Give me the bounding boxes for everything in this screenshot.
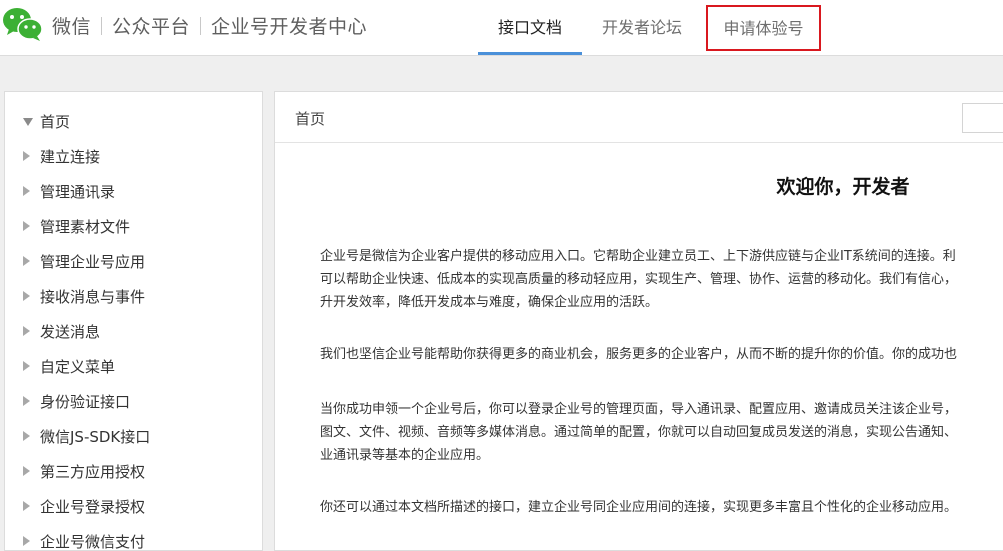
sidebar-item-label: 企业号微信支付 bbox=[40, 533, 146, 551]
sidebar-item-connect[interactable]: 建立连接 bbox=[5, 140, 262, 175]
sidebar-item-label: 自定义菜单 bbox=[40, 358, 116, 376]
brand-dev-center: 企业号开发者中心 bbox=[211, 16, 368, 38]
sidebar-nav: 首页 建立连接 管理通讯录 管理素材文件 管理企业号应用 接收消息与事件 发送消… bbox=[4, 91, 263, 551]
paragraph-line: 企业号是微信为企业客户提供的移动应用入口。它帮助企业建立员工、上下游供应链与企业… bbox=[320, 249, 956, 264]
caret-down-icon bbox=[23, 118, 33, 126]
sidebar-item-label: 身份验证接口 bbox=[40, 393, 131, 411]
sidebar-item-media[interactable]: 管理素材文件 bbox=[5, 210, 262, 245]
sidebar-item-label: 微信JS-SDK接口 bbox=[40, 428, 151, 446]
brand-divider bbox=[200, 17, 202, 35]
sidebar-item-label: 首页 bbox=[40, 113, 71, 131]
intro-paragraph: 企业号是微信为企业客户提供的移动应用入口。它帮助企业建立员工、上下游供应链与企业… bbox=[320, 245, 1003, 314]
caret-right-icon bbox=[23, 466, 30, 476]
sidebar-item-send-messages[interactable]: 发送消息 bbox=[5, 315, 262, 350]
caret-right-icon bbox=[23, 361, 30, 371]
sidebar-item-label: 接收消息与事件 bbox=[40, 288, 146, 306]
paragraph-line: 当你成功申领一个企业号后，你可以登录企业号的管理页面，导入通讯录、配置应用、邀请… bbox=[320, 402, 958, 417]
sidebar-item-label: 发送消息 bbox=[40, 323, 101, 341]
sidebar-item-contacts[interactable]: 管理通讯录 bbox=[5, 175, 262, 210]
paragraph-line: 图文、文件、视频、音频等多媒体消息。通过简单的配置，你就可以自动回复成员发送的消… bbox=[320, 425, 958, 440]
caret-right-icon bbox=[23, 536, 30, 546]
tab-developer-forum[interactable]: 开发者论坛 bbox=[590, 0, 694, 55]
paragraph-line: 我们也坚信企业号能帮助你获得更多的商业机会，服务更多的企业客户，从而不断的提升你… bbox=[320, 347, 958, 362]
caret-right-icon bbox=[23, 256, 30, 266]
sidebar-item-third-party[interactable]: 第三方应用授权 bbox=[5, 455, 262, 490]
paragraph-line: 升开发效率，降低开发成本与难度，确保企业应用的活跃。 bbox=[320, 295, 659, 310]
caret-right-icon bbox=[23, 431, 30, 441]
caret-right-icon bbox=[23, 221, 30, 231]
api-paragraph: 你还可以通过本文档所描述的接口，建立企业号同企业应用间的连接，实现更多丰富且个性… bbox=[320, 496, 1003, 519]
content-header: 首页 bbox=[275, 92, 1003, 143]
paragraph-line: 你还可以通过本文档所描述的接口，建立企业号同企业应用间的连接，实现更多丰富且个性… bbox=[320, 500, 958, 515]
top-header: 微信 公众平台 企业号开发者中心 接口文档 开发者论坛 申请体验号 bbox=[0, 0, 1003, 56]
caret-right-icon bbox=[23, 396, 30, 406]
sidebar-item-jssdk[interactable]: 微信JS-SDK接口 bbox=[5, 420, 262, 455]
sidebar-item-receive-messages[interactable]: 接收消息与事件 bbox=[5, 280, 262, 315]
caret-right-icon bbox=[23, 501, 30, 511]
breadcrumb[interactable]: 首页 bbox=[295, 108, 325, 129]
wechat-logo-icon[interactable] bbox=[2, 5, 44, 43]
sidebar-item-wechat-pay[interactable]: 企业号微信支付 bbox=[5, 525, 262, 551]
sidebar-item-label: 建立连接 bbox=[40, 148, 101, 166]
sidebar-item-home[interactable]: 首页 bbox=[5, 105, 262, 140]
main-content: 首页 欢迎你，开发者 企业号是微信为企业客户提供的移动应用入口。它帮助企业建立员… bbox=[274, 91, 1003, 551]
sidebar-item-label: 管理通讯录 bbox=[40, 183, 116, 201]
sidebar-item-label: 第三方应用授权 bbox=[40, 463, 146, 481]
sidebar-item-custom-menu[interactable]: 自定义菜单 bbox=[5, 350, 262, 385]
setup-paragraph: 当你成功申领一个企业号后，你可以登录企业号的管理页面，导入通讯录、配置应用、邀请… bbox=[320, 398, 1003, 467]
sidebar-item-label: 管理素材文件 bbox=[40, 218, 131, 236]
sidebar-item-login-auth[interactable]: 企业号登录授权 bbox=[5, 490, 262, 525]
sidebar-item-apps[interactable]: 管理企业号应用 bbox=[5, 245, 262, 280]
paragraph-line: 可以帮助企业快速、低成本的实现高质量的移动轻应用，实现生产、管理、协作、运营的移… bbox=[320, 272, 958, 287]
business-paragraph: 我们也坚信企业号能帮助你获得更多的商业机会，服务更多的企业客户，从而不断的提升你… bbox=[320, 343, 1003, 366]
apply-trial-account-button[interactable]: 申请体验号 bbox=[706, 5, 821, 51]
brand-wechat: 微信 bbox=[52, 16, 92, 38]
brand-divider bbox=[101, 17, 103, 35]
caret-right-icon bbox=[23, 291, 30, 301]
tab-api-docs[interactable]: 接口文档 bbox=[478, 0, 582, 55]
page-title: 欢迎你，开发者 bbox=[776, 176, 910, 198]
paragraph-line: 业通讯录等基本的企业应用。 bbox=[320, 448, 490, 463]
sidebar-item-label: 企业号登录授权 bbox=[40, 498, 146, 516]
caret-right-icon bbox=[23, 151, 30, 161]
sidebar-item-auth[interactable]: 身份验证接口 bbox=[5, 385, 262, 420]
sidebar-item-label: 管理企业号应用 bbox=[40, 253, 146, 271]
caret-right-icon bbox=[23, 186, 30, 196]
caret-right-icon bbox=[23, 326, 30, 336]
brand-platform: 公众平台 bbox=[112, 16, 191, 38]
search-input[interactable] bbox=[962, 103, 1003, 133]
brand-title[interactable]: 微信 公众平台 企业号开发者中心 bbox=[52, 12, 367, 39]
